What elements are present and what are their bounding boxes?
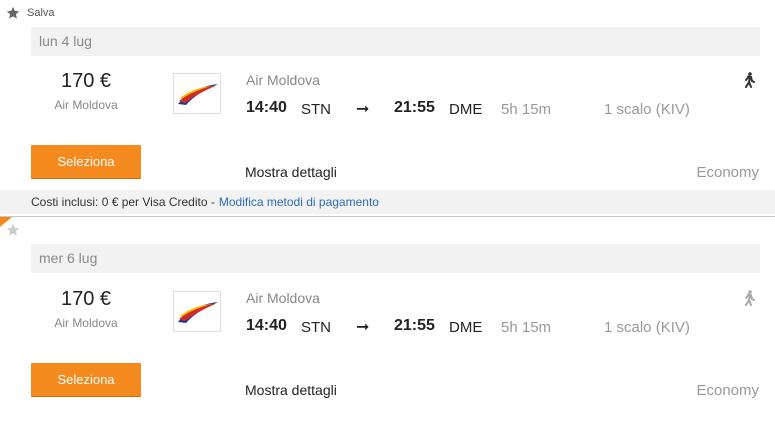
stops: 1 scalo (KIV) xyxy=(604,101,690,118)
show-details-link[interactable]: Mostra dettagli xyxy=(245,382,337,398)
star-icon[interactable] xyxy=(6,6,20,20)
arrival-airport: DME xyxy=(449,319,483,336)
price-airline: Air Moldova xyxy=(54,316,118,330)
departure-airport: STN xyxy=(301,319,331,336)
airline-name: Air Moldova xyxy=(246,290,320,306)
departure-time: 14:40 xyxy=(246,99,287,116)
airline-logo xyxy=(173,73,221,114)
cabin-class: Economy xyxy=(696,382,759,399)
airline-logo xyxy=(173,291,221,332)
date-header: mer 6 lug xyxy=(31,244,760,273)
walking-person-icon xyxy=(745,72,755,88)
airline-name: Air Moldova xyxy=(246,72,320,88)
price: 170 € xyxy=(60,288,112,310)
departure-airport: STN xyxy=(301,101,331,118)
walking-person-icon xyxy=(745,290,755,306)
duration: 5h 15m xyxy=(501,319,552,336)
edit-payment-methods-link[interactable]: Modifica metodi di pagamento xyxy=(219,195,379,209)
arrow-icon: ➞ xyxy=(356,101,370,118)
show-details-link[interactable]: Mostra dettagli xyxy=(245,164,337,180)
flight-result-1: Salva lun 4 lug 170 € Air Moldova Air Mo… xyxy=(0,0,775,216)
star-icon[interactable] xyxy=(6,223,20,237)
costs-text: Costi inclusi: 0 € per Visa Credito - xyxy=(31,195,215,209)
costs-bar: Costi inclusi: 0 € per Visa Credito - Mod… xyxy=(0,190,775,214)
save-row[interactable]: Salva xyxy=(6,5,55,21)
stops: 1 scalo (KIV) xyxy=(604,319,690,336)
date-header: lun 4 lug xyxy=(31,27,760,56)
price-airline: Air Moldova xyxy=(54,98,118,112)
flight-result-2: mer 6 lug 170 € Air Moldova Air Moldova … xyxy=(0,216,775,435)
select-button[interactable]: Seleziona xyxy=(31,145,141,178)
duration: 5h 15m xyxy=(501,101,552,118)
departure-time: 14:40 xyxy=(246,317,287,334)
save-label: Salva xyxy=(27,7,55,19)
arrival-time: 21:55 xyxy=(394,99,435,116)
select-button[interactable]: Seleziona xyxy=(31,363,141,396)
cabin-class: Economy xyxy=(696,164,759,181)
price: 170 € xyxy=(60,70,112,92)
arrival-airport: DME xyxy=(449,101,483,118)
arrival-time: 21:55 xyxy=(394,317,435,334)
arrow-icon: ➞ xyxy=(356,319,370,336)
